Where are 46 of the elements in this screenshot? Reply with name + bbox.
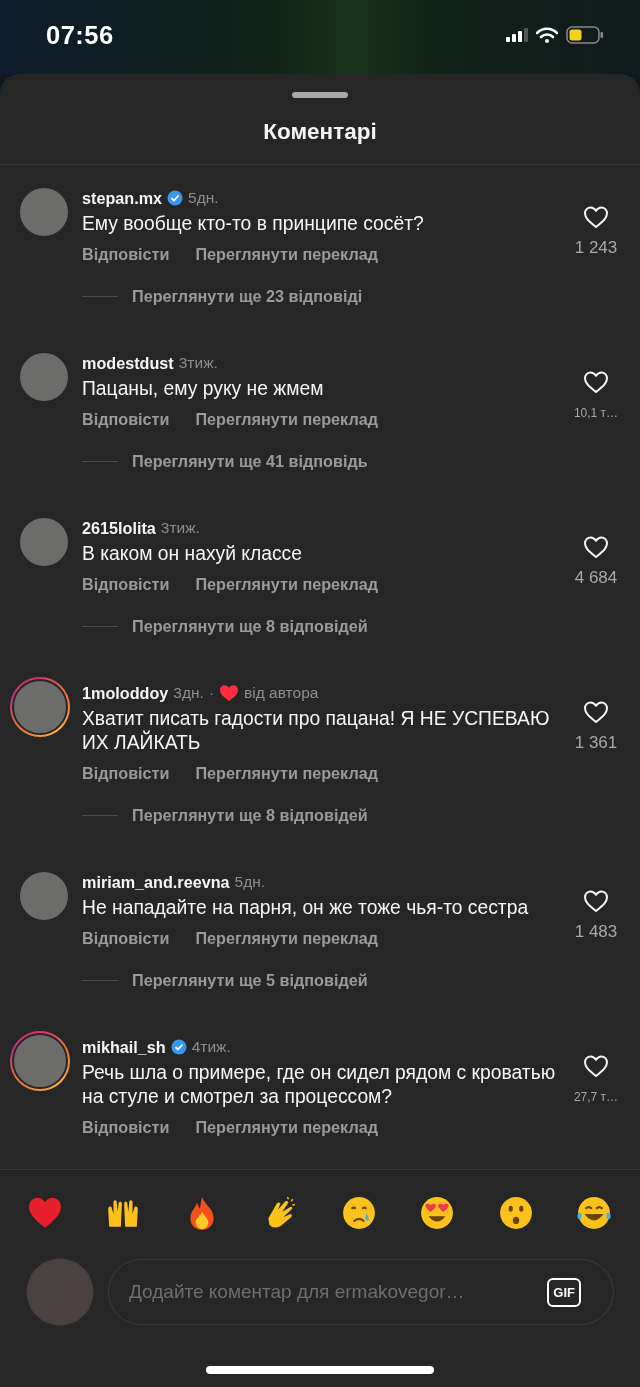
- author-like-label: від автора: [244, 684, 319, 702]
- like-count: 10,1 т…: [573, 406, 619, 420]
- translate-link[interactable]: Переглянути переклад: [195, 574, 378, 594]
- comment-time: 3дн.: [173, 684, 204, 702]
- like-count: 1 483: [574, 922, 618, 942]
- comment-text: Хватит писать гадости про пацана! Я НЕ УСПЕВАЮ ИХ ЛАЙКАТЬ: [82, 707, 551, 755]
- translate-link[interactable]: Переглянути переклад: [195, 1117, 378, 1137]
- comment-time: 4тиж.: [191, 1038, 231, 1056]
- comment-text: В каком он нахуй классе: [82, 542, 303, 566]
- translate-link[interactable]: Переглянути переклад: [195, 244, 378, 264]
- reply-link[interactable]: Відповісти: [82, 244, 170, 264]
- reply-link[interactable]: Відповісти: [82, 928, 170, 948]
- view-replies-link[interactable]: Переглянути ще 8 відповідей: [132, 616, 368, 636]
- comment-text: Пацаны, ему руку не жмем: [82, 377, 325, 401]
- username[interactable]: modestdust: [82, 353, 174, 373]
- gif-button[interactable]: GIF: [547, 1277, 581, 1307]
- translate-link[interactable]: Переглянути переклад: [195, 928, 378, 948]
- username[interactable]: stepan.mx: [82, 188, 163, 208]
- comment-time: 5дн.: [188, 189, 219, 207]
- like-count: 1 243: [574, 238, 618, 258]
- username[interactable]: 1moloddoy: [82, 683, 169, 703]
- translate-link[interactable]: Переглянути переклад: [195, 763, 378, 783]
- translate-link[interactable]: Переглянути переклад: [195, 409, 378, 429]
- comment-text: Ему вообще кто-то в принципе сосёт?: [82, 212, 425, 236]
- comment-text: Не нападайте на парня, он же тоже чья-то сестра: [82, 896, 530, 920]
- reply-link[interactable]: Відповісти: [82, 409, 170, 429]
- view-replies-link[interactable]: Переглянути ще 8 відповідей: [132, 805, 368, 825]
- reply-link[interactable]: Відповісти: [82, 1117, 170, 1137]
- comment-text: Речь шла о примере, где он сидел рядом с кроватью на стуле и смотрел за процессом?: [82, 1061, 557, 1109]
- comment-time: 3тиж.: [160, 519, 200, 537]
- separator-dot: ·: [208, 684, 215, 702]
- view-replies-link[interactable]: Переглянути ще 23 відповіді: [132, 286, 363, 306]
- sheet-title: Коментарі: [0, 98, 640, 165]
- like-count: 1 361: [574, 733, 618, 753]
- username[interactable]: miriam_and.reevna: [82, 872, 230, 892]
- reply-link[interactable]: Відповісти: [82, 763, 170, 783]
- username[interactable]: mikhail_sh: [82, 1037, 166, 1057]
- username[interactable]: 2615lolita: [82, 518, 156, 538]
- comment-time: 5дн.: [234, 873, 266, 891]
- view-replies-link[interactable]: Переглянути ще 41 відповідь: [132, 451, 368, 471]
- clock-time: 07:56: [46, 20, 114, 50]
- like-count: 4 684: [574, 568, 618, 588]
- reply-link[interactable]: Відповісти: [82, 574, 170, 594]
- comment-time: 3тиж.: [178, 354, 218, 372]
- like-count: 27,7 т…: [573, 1090, 619, 1104]
- view-replies-link[interactable]: Переглянути ще 5 відповідей: [132, 970, 368, 990]
